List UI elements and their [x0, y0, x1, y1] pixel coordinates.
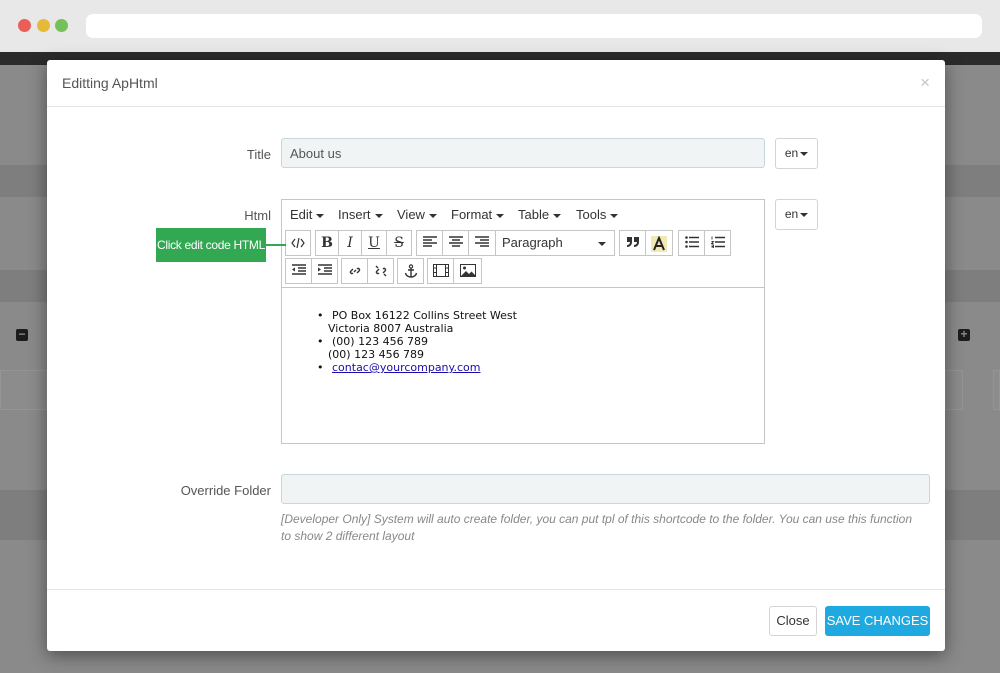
- image-icon[interactable]: [453, 258, 482, 284]
- editor-toolbar-row-2: [282, 258, 764, 286]
- modal-close-icon[interactable]: ×: [920, 73, 930, 93]
- chevron-down-icon: [598, 242, 606, 246]
- menu-view[interactable]: View: [397, 207, 437, 222]
- override-folder-help-text: [Developer Only] System will auto create…: [281, 512, 913, 543]
- italic-icon[interactable]: I: [338, 230, 362, 256]
- media-icon[interactable]: [427, 258, 454, 284]
- outdent-icon[interactable]: [285, 258, 312, 284]
- menu-label: Edit: [290, 207, 313, 222]
- html-label: Html: [244, 208, 271, 223]
- list-item-continuation: Victoria 8007 Australia: [328, 322, 517, 335]
- chevron-down-icon: [553, 213, 562, 218]
- chevron-down-icon: [496, 213, 505, 218]
- chevron-down-icon: [428, 213, 437, 218]
- chevron-down-icon: [610, 213, 619, 218]
- menu-label: View: [397, 207, 425, 222]
- menu-format[interactable]: Format: [451, 207, 505, 222]
- background-panel: [0, 370, 47, 410]
- list-item: • (00) 123 456 789: [317, 335, 517, 348]
- text-color-icon[interactable]: [645, 230, 673, 256]
- anchor-icon[interactable]: [397, 258, 424, 284]
- block-format-select[interactable]: Paragraph: [495, 230, 615, 256]
- phone-line-2: (00) 123 456 789: [328, 348, 425, 361]
- chevron-down-icon: [800, 151, 809, 156]
- address-line-1: PO Box 16122 Collins Street West: [332, 309, 517, 322]
- bullet-icon: •: [317, 309, 324, 322]
- menu-tools[interactable]: Tools: [576, 207, 619, 222]
- window-maximize-dot[interactable]: [55, 19, 68, 32]
- editor-content-area[interactable]: • PO Box 16122 Collins Street West Victor…: [282, 287, 764, 443]
- rich-text-editor: Edit Insert View Format Table Tools B I …: [281, 199, 765, 444]
- edit-code-hint-badge: Click edit code HTML: [156, 228, 266, 262]
- list-item-continuation: (00) 123 456 789: [328, 348, 517, 361]
- menu-label: Table: [518, 207, 550, 222]
- title-label: Title: [246, 147, 271, 162]
- window-close-dot[interactable]: [18, 19, 31, 32]
- modal-footer: Close SAVE CHANGES: [47, 589, 945, 651]
- override-folder-label: Override Folder: [180, 483, 271, 498]
- background-panel: [945, 370, 963, 410]
- menu-edit[interactable]: Edit: [290, 207, 325, 222]
- editor-toolbar-row-1: B I U S Paragraph: [282, 230, 764, 258]
- editor-menubar: Edit Insert View Format Table Tools: [282, 200, 764, 228]
- blockquote-icon[interactable]: [619, 230, 646, 256]
- bold-icon[interactable]: B: [315, 230, 339, 256]
- menu-insert[interactable]: Insert: [338, 207, 383, 222]
- title-input[interactable]: [281, 138, 765, 168]
- phone-line-1: (00) 123 456 789: [332, 335, 429, 348]
- title-language-dropdown[interactable]: en: [775, 138, 818, 169]
- link-icon[interactable]: [341, 258, 368, 284]
- browser-toolbar: [0, 0, 1000, 52]
- collapse-icon: −: [16, 328, 28, 341]
- bullet-icon: •: [317, 361, 324, 374]
- bullet-list-icon[interactable]: [678, 230, 705, 256]
- title-language-value: en: [784, 146, 799, 160]
- address-list: • PO Box 16122 Collins Street West Victor…: [317, 309, 517, 374]
- code-icon[interactable]: [285, 230, 311, 256]
- modal-header: Editting ApHtml ×: [47, 60, 945, 107]
- numbered-list-icon[interactable]: [704, 230, 731, 256]
- html-language-dropdown[interactable]: en: [775, 199, 818, 230]
- background-panel: [993, 370, 1000, 410]
- chevron-down-icon: [316, 213, 325, 218]
- expand-icon: +: [958, 328, 970, 341]
- menu-table[interactable]: Table: [518, 207, 562, 222]
- html-language-value: en: [784, 207, 799, 221]
- address-bar[interactable]: [86, 14, 982, 38]
- align-right-icon[interactable]: [468, 230, 496, 256]
- strikethrough-icon[interactable]: S: [386, 230, 412, 256]
- block-format-value: Paragraph: [502, 235, 563, 250]
- underline-icon[interactable]: U: [361, 230, 387, 256]
- bullet-icon: •: [317, 335, 324, 348]
- hint-connector-line: [266, 244, 286, 246]
- align-left-icon[interactable]: [416, 230, 443, 256]
- menu-label: Tools: [576, 207, 607, 222]
- list-item: • PO Box 16122 Collins Street West: [317, 309, 517, 322]
- align-center-icon[interactable]: [442, 230, 469, 256]
- close-button[interactable]: Close: [769, 606, 817, 636]
- unlink-icon[interactable]: [367, 258, 394, 284]
- address-line-2: Victoria 8007 Australia: [328, 322, 454, 335]
- window-minimize-dot[interactable]: [37, 19, 50, 32]
- menu-label: Format: [451, 207, 493, 222]
- chevron-down-icon: [374, 213, 383, 218]
- list-item: • contac@yourcompany.com: [317, 361, 517, 374]
- email-link[interactable]: contac@yourcompany.com: [332, 361, 480, 374]
- modal-title: Editting ApHtml: [62, 75, 158, 91]
- override-folder-input[interactable]: [281, 474, 930, 504]
- edit-html-modal: Editting ApHtml × Title en Html en Edit …: [47, 60, 945, 651]
- menu-label: Insert: [338, 207, 371, 222]
- indent-icon[interactable]: [311, 258, 338, 284]
- save-changes-button[interactable]: SAVE CHANGES: [825, 606, 930, 636]
- chevron-down-icon: [800, 212, 809, 217]
